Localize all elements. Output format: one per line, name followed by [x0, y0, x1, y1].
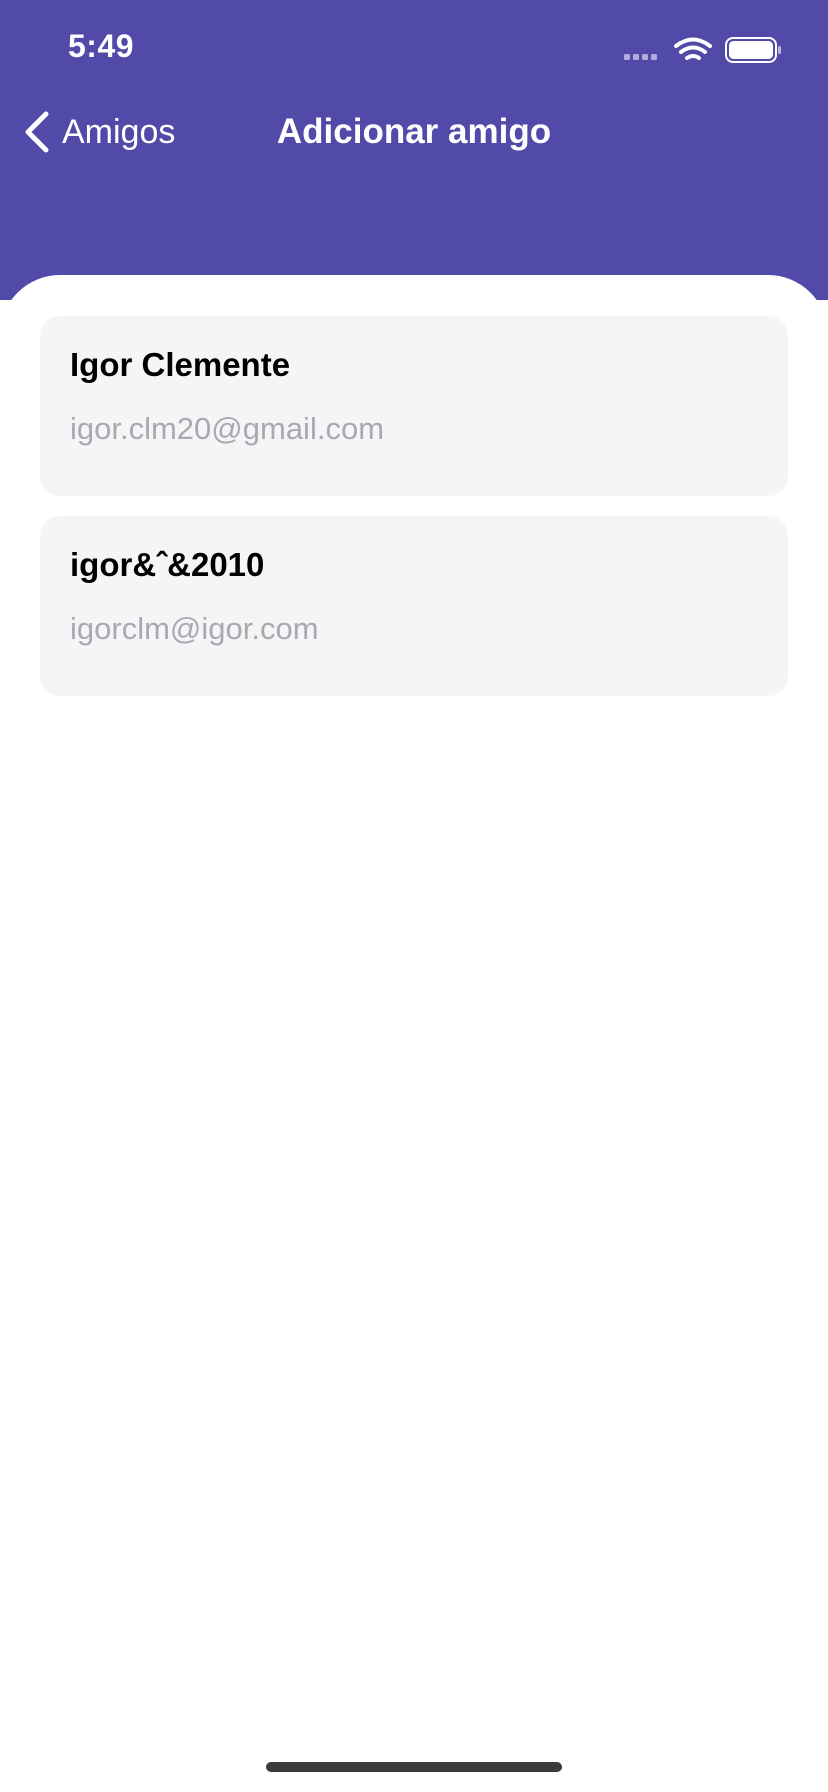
header: 5:49 Amigos Adicionar amigo [0, 0, 828, 300]
friend-card[interactable]: igor&ˆ&2010 igorclm@igor.com [40, 516, 788, 696]
status-time: 5:49 [68, 28, 135, 64]
friend-email: igorclm@igor.com [70, 611, 319, 646]
page-title: Adicionar amigo [276, 112, 552, 151]
friend-email: igor.clm20@gmail.com [70, 411, 385, 446]
content-sheet: Igor Clemente igor.clm20@gmail.com igor&… [0, 275, 828, 1792]
home-indicator[interactable] [266, 1762, 562, 1772]
status-icons [624, 37, 781, 63]
cellular-signal-icon [624, 54, 657, 60]
friend-card[interactable]: Igor Clemente igor.clm20@gmail.com [40, 316, 788, 496]
battery-icon [725, 37, 781, 63]
wifi-icon [674, 37, 712, 60]
friend-name: Igor Clemente [70, 346, 291, 383]
friend-name: igor&ˆ&2010 [70, 546, 265, 583]
